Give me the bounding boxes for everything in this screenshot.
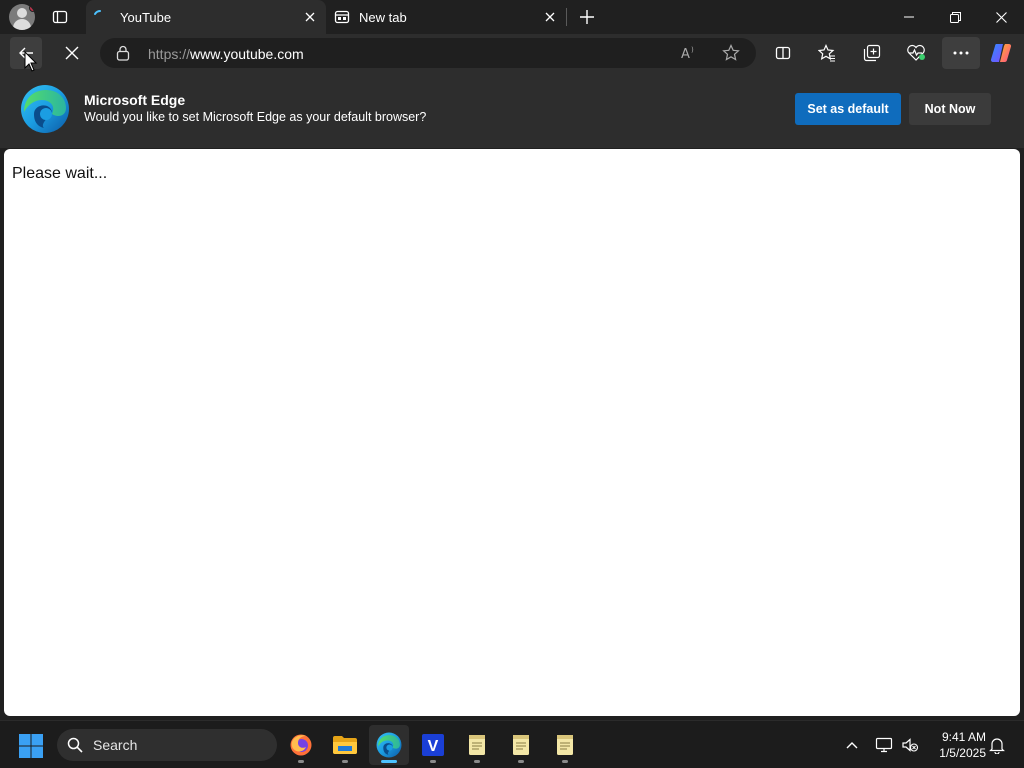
taskbar-search[interactable]: Search <box>57 729 277 761</box>
volume-muted-icon[interactable] <box>898 733 922 757</box>
tab-new-tab[interactable]: New tab <box>328 0 566 34</box>
tab-actions-icon[interactable] <box>48 6 72 28</box>
browser-toolbar: https://www.youtube.com A) <box>0 34 1024 72</box>
clock-date: 1/5/2025 <box>939 746 986 760</box>
clock-time: 9:41 AM <box>941 730 986 744</box>
svg-text:V: V <box>428 738 439 755</box>
url-text[interactable]: https://www.youtube.com <box>148 46 304 62</box>
site-info-icon[interactable] <box>116 45 130 66</box>
title-bar: YouTube New tab <box>0 0 1024 34</box>
microsoft-edge-logo-icon <box>20 84 70 134</box>
close-tab-icon[interactable] <box>542 9 558 25</box>
notepad-icon[interactable] <box>501 725 541 765</box>
profile-avatar-icon[interactable] <box>9 4 35 30</box>
tab-separator <box>566 8 567 26</box>
browser-essentials-icon[interactable] <box>900 37 932 69</box>
new-tab-button[interactable] <box>576 6 598 28</box>
collections-icon[interactable] <box>856 37 888 69</box>
search-icon <box>67 737 83 758</box>
search-label: Search <box>93 737 138 753</box>
favorites-icon[interactable] <box>811 37 843 69</box>
mouse-cursor-icon <box>24 50 38 73</box>
settings-more-icon[interactable] <box>942 37 980 69</box>
notifications-bell-icon[interactable] <box>985 733 1009 757</box>
restore-button[interactable] <box>932 0 978 34</box>
loading-spinner-icon <box>92 9 108 25</box>
not-now-button[interactable]: Not Now <box>909 93 991 125</box>
split-screen-icon[interactable] <box>767 37 799 69</box>
loading-message: Please wait... <box>12 165 108 182</box>
network-icon[interactable] <box>872 733 896 757</box>
infobar-message: Would you like to set Microsoft Edge as … <box>84 110 427 124</box>
stop-loading-button[interactable] <box>56 37 88 69</box>
file-explorer-icon[interactable] <box>325 725 365 765</box>
set-as-default-button[interactable]: Set as default <box>795 93 901 125</box>
notepad-icon[interactable] <box>545 725 585 765</box>
tab-youtube[interactable]: YouTube <box>86 0 326 34</box>
windows-start-icon[interactable] <box>18 733 44 759</box>
tab-title: YouTube <box>120 10 172 25</box>
read-aloud-icon[interactable]: A) <box>678 42 702 64</box>
address-bar[interactable]: https://www.youtube.com A) <box>100 38 756 68</box>
default-browser-infobar: Microsoft Edge Would you like to set Mic… <box>0 72 1024 148</box>
edge-taskbar-icon[interactable] <box>369 725 409 765</box>
svg-text:): ) <box>691 46 694 54</box>
svg-text:A: A <box>681 47 690 61</box>
page-content: Please wait... <box>4 149 1020 716</box>
tab-title: New tab <box>359 10 407 25</box>
minimize-button[interactable] <box>886 0 932 34</box>
url-host: www.youtube.com <box>190 46 304 62</box>
show-hidden-icons-chevron-up-icon[interactable] <box>840 733 864 757</box>
close-tab-icon[interactable] <box>302 9 318 25</box>
new-tab-page-icon <box>334 9 350 25</box>
close-window-button[interactable] <box>978 0 1024 34</box>
copilot-icon[interactable] <box>986 37 1018 69</box>
firefox-icon[interactable] <box>281 725 321 765</box>
infobar-title: Microsoft Edge <box>84 92 186 108</box>
system-clock[interactable]: 9:41 AM 1/5/2025 <box>926 729 986 761</box>
taskbar: Search V 9:41 AM 1/5/2025 <box>0 720 1024 768</box>
notepad-icon[interactable] <box>457 725 497 765</box>
add-favorite-icon[interactable] <box>719 42 743 64</box>
url-scheme: https:// <box>148 46 191 62</box>
v-app-icon[interactable]: V <box>413 725 453 765</box>
